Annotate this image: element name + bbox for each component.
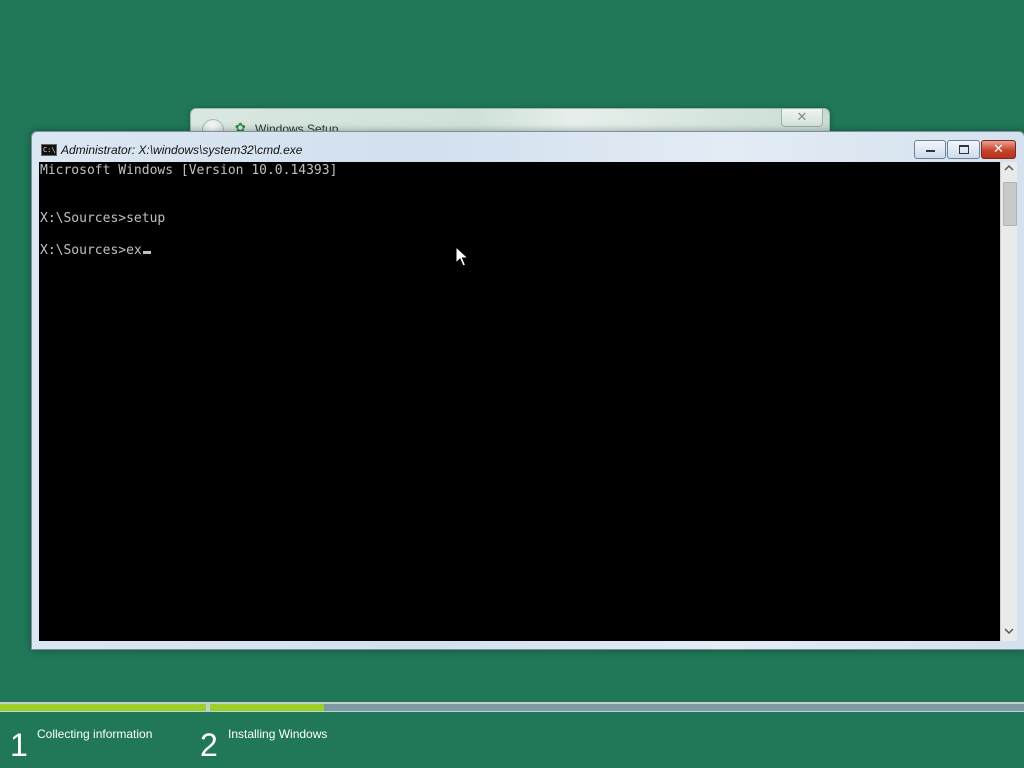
maximize-icon xyxy=(958,145,969,154)
maximize-button[interactable] xyxy=(947,140,980,159)
progress-fill xyxy=(210,704,324,711)
vertical-scrollbar[interactable] xyxy=(1000,162,1017,641)
mouse-pointer-icon xyxy=(455,246,469,267)
console-line: Microsoft Windows [Version 10.0.14393] xyxy=(40,163,338,178)
step-label: Installing Windows xyxy=(228,727,328,741)
window-title: Administrator: X:\windows\system32\cmd.e… xyxy=(61,143,303,157)
console-input-line[interactable]: X:\Sources>ex xyxy=(40,243,151,259)
progress-segment-collecting xyxy=(0,704,206,711)
console-icon: C:\ xyxy=(41,144,57,156)
command-input-text: X:\Sources>ex xyxy=(40,243,142,258)
minimize-icon xyxy=(925,150,935,152)
scroll-down-arrow-icon[interactable] xyxy=(1001,625,1017,641)
close-button[interactable]: ✕ xyxy=(981,140,1016,159)
progress-segment-installing xyxy=(210,704,1024,711)
step-label: Collecting information xyxy=(37,727,153,741)
step-number: 2 xyxy=(200,727,218,763)
title-bar[interactable]: C:\ Administrator: X:\windows\system32\c… xyxy=(32,132,1024,162)
scroll-thumb[interactable] xyxy=(1003,182,1017,226)
console-line: X:\Sources>setup xyxy=(40,211,166,226)
step-number: 1 xyxy=(10,727,28,763)
progress-fill xyxy=(0,704,206,711)
minimize-button[interactable] xyxy=(914,140,946,159)
scroll-up-arrow-icon[interactable] xyxy=(1001,162,1017,178)
command-prompt-window: C:\ Administrator: X:\windows\system32\c… xyxy=(31,131,1024,650)
console-output[interactable]: Microsoft Windows [Version 10.0.14393] X… xyxy=(39,162,1000,641)
setup-progress-track xyxy=(0,702,1024,712)
text-cursor xyxy=(142,251,151,254)
setup-close-button[interactable]: ✕ xyxy=(781,109,823,127)
